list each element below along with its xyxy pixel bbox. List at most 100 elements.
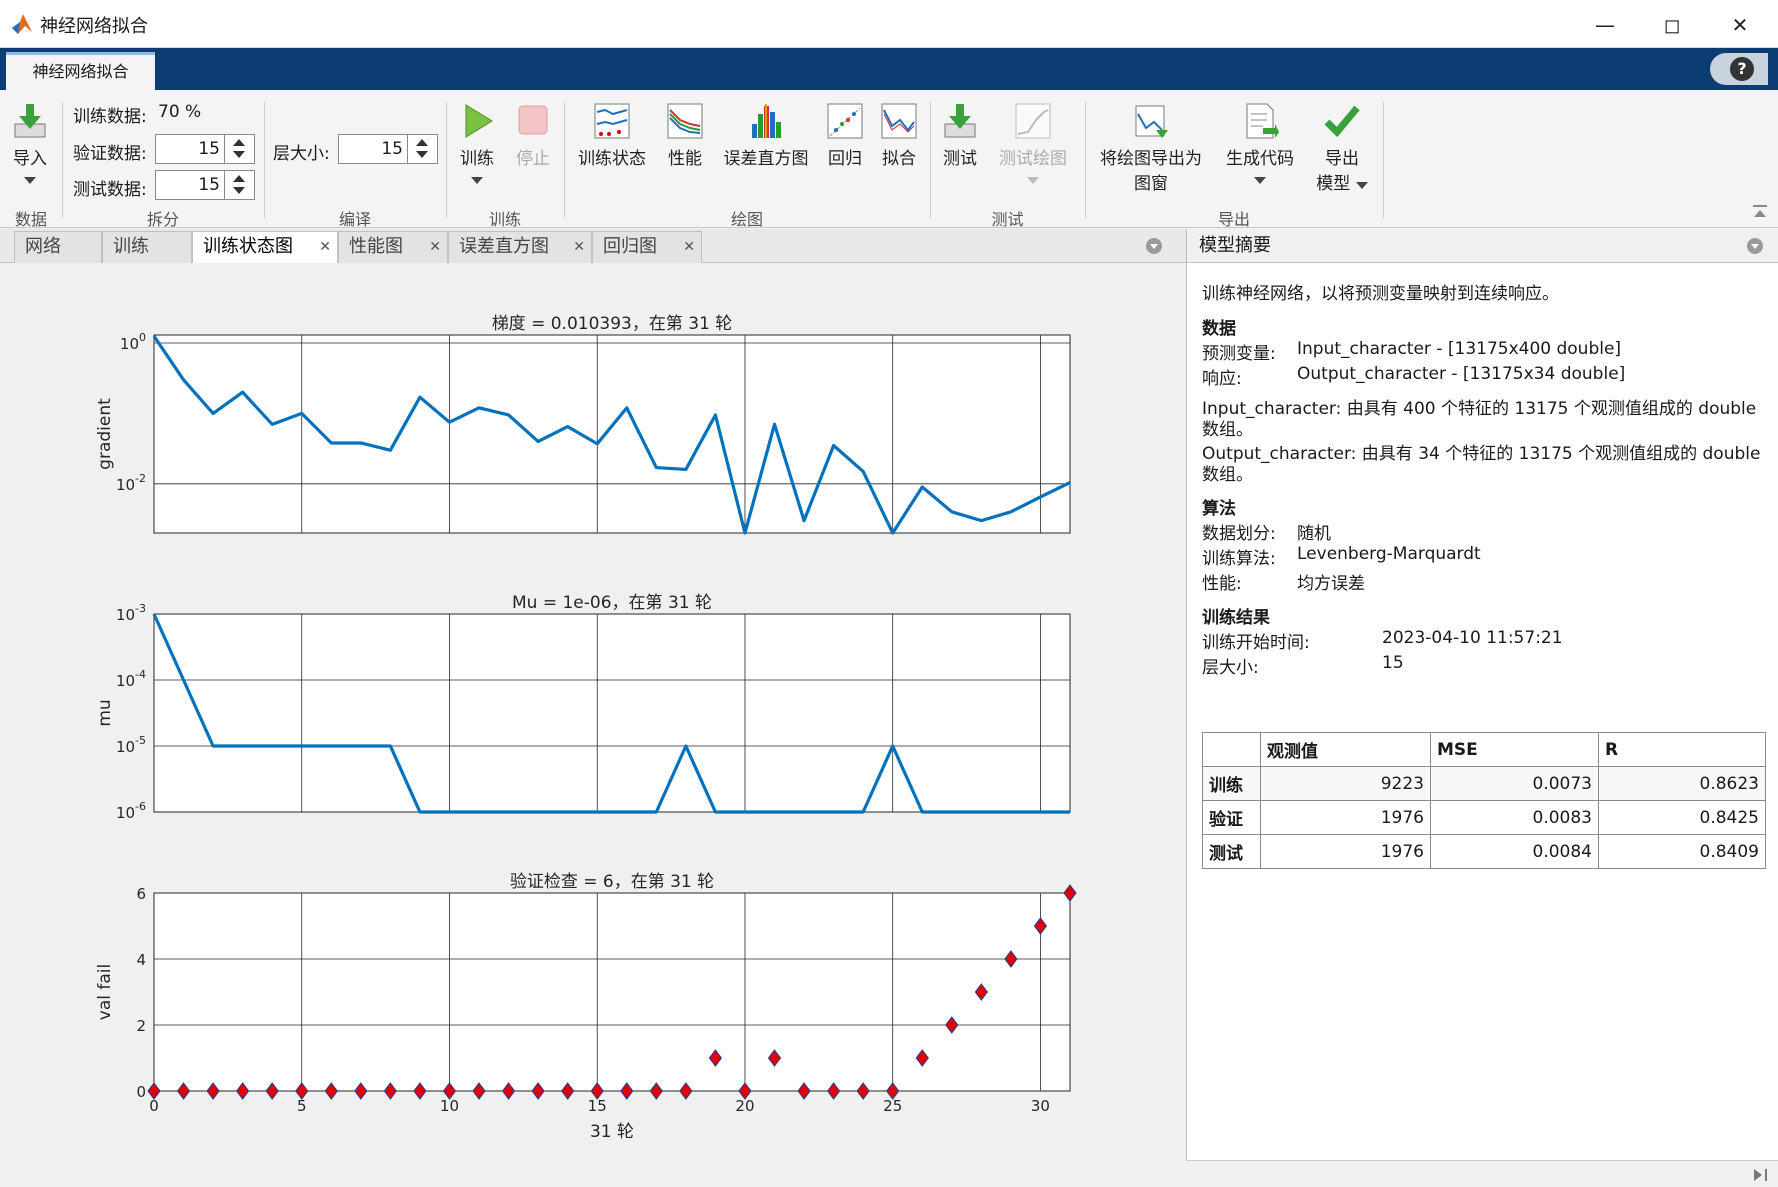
train-data-label: 训练数据: [73,107,147,127]
close-tab-icon[interactable]: ✕ [319,232,331,262]
validation-data-label: 验证数据: [73,144,147,164]
table-row-header: 训练 [1202,766,1261,801]
test-plot-icon [1015,103,1051,139]
document-tabs: 网络 训练 训练状态图 ✕ 性能图 ✕ 误差直方图 ✕ 回归图 ✕ [0,229,1186,264]
close-tab-icon[interactable]: ✕ [683,232,695,262]
test-plot-label: 测试绘图 [999,149,1067,169]
train-algorithm-label: 训练算法: [1202,549,1276,569]
test-data-spinner[interactable]: 15 [155,170,255,200]
checkmark-icon [1324,105,1360,138]
spinner-arrows-icon[interactable] [224,171,254,199]
stop-icon [518,105,548,135]
y-tick-label: 2 [136,1017,146,1035]
training-state-plot-pane: 100 10-2 梯度 = 0.010393，在第 31 轮 gradient 10-3… [0,263,1186,1187]
train-button[interactable]: 训练 [452,102,502,189]
table-row: 验证 1976 0.0083 0.8425 [1202,800,1766,835]
table-header-row: 观测值 MSE R [1202,732,1766,767]
regression-plot-button[interactable]: 回归 [822,102,868,169]
section-label-export: 导出 [1217,210,1250,229]
generate-code-button[interactable]: 生成代码 [1218,102,1302,189]
divider [264,102,265,218]
tab-training-state-plot[interactable]: 训练状态图 ✕ [192,231,338,264]
stop-button[interactable]: 停止 [508,102,558,169]
app-window: { "window": {"title": "神经网络拟合"}, "app_ta… [0,0,1778,1187]
table-cell: 0.0083 [1430,800,1599,835]
validation-data-spinner[interactable]: 15 [155,134,255,164]
table-cell: 1976 [1260,834,1431,869]
close-tab-icon[interactable]: ✕ [573,232,585,262]
tab-label: 训练 [113,236,149,257]
chevron-down-icon [471,177,483,184]
validation-data-value: 15 [198,139,220,159]
model-summary-panel: 模型摘要 训练神经网络，以将预测变量映射到连续响应。 数据 预测变量: Inpu… [1186,229,1778,1187]
performance-label: 性能: [1202,574,1242,594]
training-state-plot-button[interactable]: 训练状态 [572,102,652,169]
expand-panel-icon[interactable] [1752,1167,1770,1183]
chart-title: 验证检查 = 6，在第 31 轮 [510,872,714,892]
divider [446,102,447,218]
tab-label: 误差直方图 [459,236,549,257]
output-description-2: 数组。 [1202,465,1253,485]
tab-error-histogram[interactable]: 误差直方图 ✕ [448,231,592,263]
table-row-header: 测试 [1202,834,1261,869]
test-button[interactable]: 测试 [936,102,984,169]
import-button[interactable]: 导入 [6,102,54,189]
spinner-arrows-icon[interactable] [224,135,254,163]
help-icon: ? [1730,57,1754,81]
chart-panel-2: 10-3 10-4 10-5 10-6 Mu = 1e-06，在第 31 轮 mu [95,593,1071,822]
training-results-table: 观测值 MSE R 训练 9223 0.0073 0.8623 验证 1976 … [1202,732,1766,869]
panel-menu-icon[interactable] [1146,238,1162,254]
test-plot-button[interactable]: 测试绘图 [992,102,1074,189]
model-summary-title: 模型摘要 [1199,235,1271,256]
close-button[interactable]: ✕ [1710,8,1770,42]
training-state-plot-icon [594,103,630,139]
collapse-toolstrip-icon[interactable] [1752,204,1768,220]
model-summary-header: 模型摘要 [1187,229,1778,263]
divider [1085,102,1086,218]
maximize-button[interactable]: ◻ [1642,8,1702,42]
section-label-plot: 绘图 [730,210,763,229]
table-cell: 1976 [1260,800,1431,835]
test-import-icon [944,104,976,138]
response-label: 响应: [1202,369,1242,389]
table-cell: 0.8623 [1598,766,1766,801]
tab-neural-net-fitting[interactable]: 神经网络拟合 [6,52,155,90]
matlab-logo-icon [12,14,32,34]
minimize-button[interactable]: — [1575,8,1635,42]
error-histogram-button[interactable]: 误差直方图 [718,102,814,169]
export-model-button[interactable]: 导出 模型 [1310,102,1374,194]
section-label-train: 训练 [488,210,521,229]
export-model-label-1: 导出 [1325,149,1359,169]
export-plot-to-figure-button[interactable]: 将绘图导出为 图窗 [1092,102,1210,194]
fit-label: 拟合 [882,149,916,169]
tab-training[interactable]: 训练 [102,231,192,263]
predictors-label: 预测变量: [1202,344,1276,364]
response-value: Output_character - [13175x34 double] [1297,364,1626,384]
performance-plot-button[interactable]: 性能 [660,102,710,169]
y-tick-label: 10-5 [116,734,146,756]
help-button[interactable]: ? [1710,53,1768,85]
chart-title: Mu = 1e-06，在第 31 轮 [512,593,712,613]
layer-size-spinner[interactable]: 15 [338,134,438,164]
table-cell: 0.8425 [1598,800,1766,835]
tab-network[interactable]: 网络 [14,231,102,263]
algorithm-heading: 算法 [1202,499,1236,519]
train-data-value: 70 % [158,102,202,122]
tab-regression-plot[interactable]: 回归图 ✕ [592,231,702,263]
table-header [1202,732,1261,767]
y-tick-label: 10-2 [116,472,146,494]
regression-label: 回归 [828,149,862,169]
panel-menu-icon[interactable] [1747,238,1763,254]
fit-plot-button[interactable]: 拟合 [876,102,922,169]
training-state-label: 训练状态 [578,149,646,169]
table-cell: 0.0073 [1430,766,1599,801]
table-cell: 0.0084 [1430,834,1599,869]
tab-performance-plot[interactable]: 性能图 ✕ [338,231,448,263]
close-tab-icon[interactable]: ✕ [429,232,441,262]
app-tab-strip: 神经网络拟合 ? [0,48,1778,90]
plot-area [153,892,1071,1092]
divider [930,102,931,218]
spinner-arrows-icon[interactable] [407,135,437,163]
test-data-label: 测试数据: [73,180,147,200]
results-heading: 训练结果 [1202,608,1270,628]
